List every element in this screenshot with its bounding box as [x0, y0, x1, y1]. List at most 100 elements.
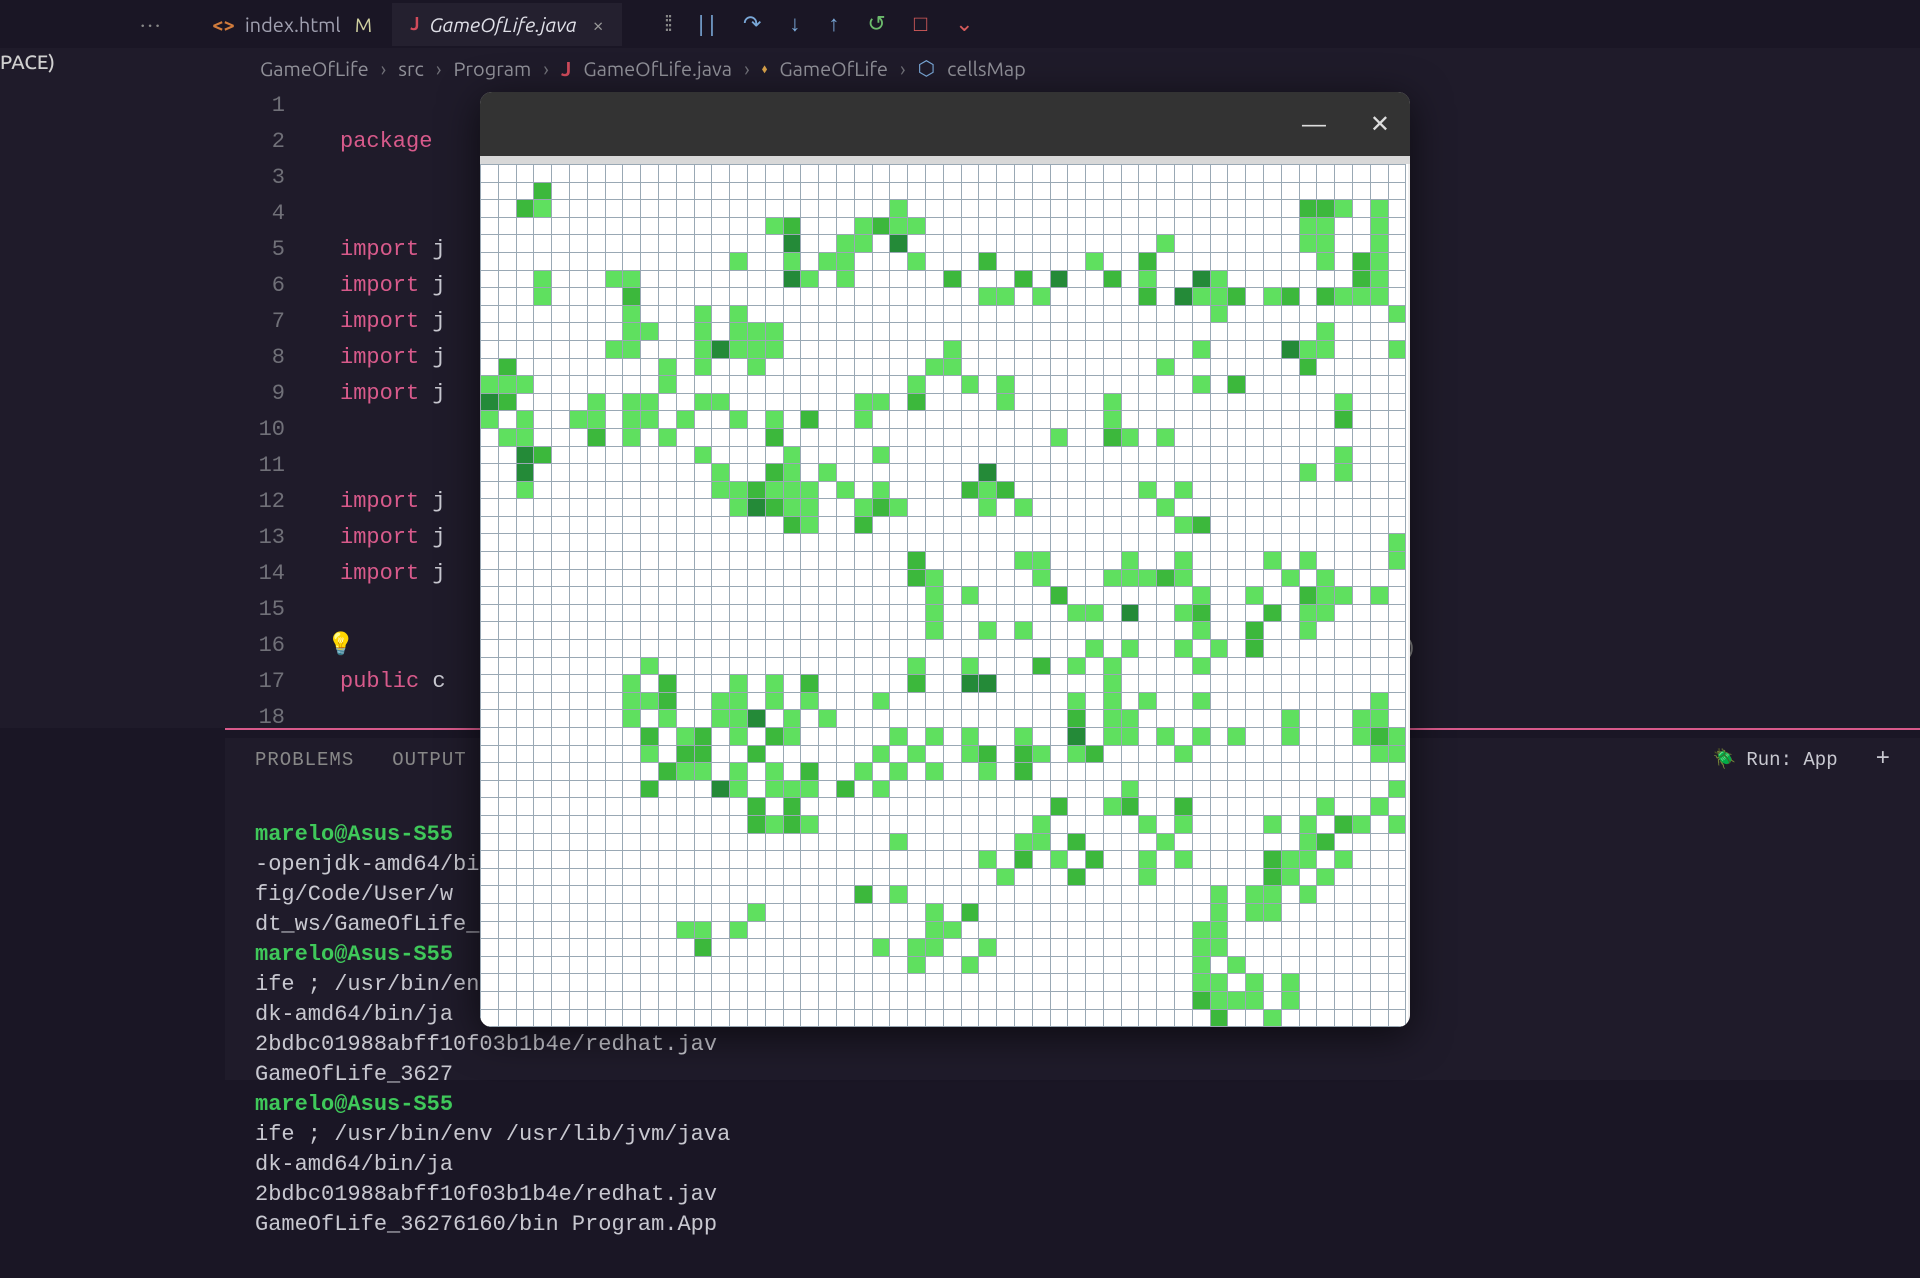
cell[interactable]: [943, 252, 961, 270]
cell[interactable]: [516, 217, 534, 235]
cell[interactable]: [765, 939, 783, 957]
cell[interactable]: [605, 569, 623, 587]
cell[interactable]: [1370, 288, 1388, 306]
cell[interactable]: [481, 182, 499, 200]
cell[interactable]: [819, 499, 837, 517]
cell[interactable]: [1175, 288, 1193, 306]
cell[interactable]: [854, 358, 872, 376]
cell[interactable]: [1353, 921, 1371, 939]
cell[interactable]: [1299, 552, 1317, 570]
cell[interactable]: [943, 692, 961, 710]
cell[interactable]: [890, 886, 908, 904]
cell[interactable]: [872, 428, 890, 446]
cell[interactable]: [658, 851, 676, 869]
cell[interactable]: [819, 833, 837, 851]
cell[interactable]: [765, 763, 783, 781]
cell[interactable]: [1388, 516, 1406, 534]
cell[interactable]: [1228, 569, 1246, 587]
cell[interactable]: [623, 851, 641, 869]
cell[interactable]: [801, 587, 819, 605]
cell[interactable]: [747, 622, 765, 640]
cell[interactable]: [1246, 868, 1264, 886]
cell[interactable]: [1086, 464, 1104, 482]
cell[interactable]: [658, 604, 676, 622]
cell[interactable]: [605, 200, 623, 218]
cell[interactable]: [1103, 376, 1121, 394]
cell[interactable]: [1388, 376, 1406, 394]
cell[interactable]: [819, 516, 837, 534]
cell[interactable]: [925, 217, 943, 235]
cell[interactable]: [1050, 270, 1068, 288]
cell[interactable]: [943, 640, 961, 658]
cell[interactable]: [1370, 411, 1388, 429]
cell[interactable]: [498, 886, 516, 904]
cell[interactable]: [605, 728, 623, 746]
cell[interactable]: [1157, 745, 1175, 763]
cell[interactable]: [623, 552, 641, 570]
cell[interactable]: [1050, 200, 1068, 218]
cell[interactable]: [765, 305, 783, 323]
cell[interactable]: [961, 939, 979, 957]
cell[interactable]: [1157, 393, 1175, 411]
cell[interactable]: [1068, 604, 1086, 622]
cell[interactable]: [1299, 534, 1317, 552]
cell[interactable]: [801, 1009, 819, 1027]
cell[interactable]: [1228, 956, 1246, 974]
cell[interactable]: [623, 481, 641, 499]
cell[interactable]: [1032, 270, 1050, 288]
cell[interactable]: [623, 358, 641, 376]
cell[interactable]: [1264, 903, 1282, 921]
cell[interactable]: [1210, 235, 1228, 253]
cell[interactable]: [1103, 446, 1121, 464]
cell[interactable]: [872, 552, 890, 570]
cell[interactable]: [1050, 815, 1068, 833]
cell[interactable]: [747, 587, 765, 605]
cell[interactable]: [534, 587, 552, 605]
cell[interactable]: [712, 868, 730, 886]
cell[interactable]: [1086, 200, 1104, 218]
cell[interactable]: [1335, 288, 1353, 306]
cell[interactable]: [1192, 974, 1210, 992]
cell[interactable]: [925, 675, 943, 693]
cell[interactable]: [854, 411, 872, 429]
cell[interactable]: [569, 288, 587, 306]
cell[interactable]: [1032, 340, 1050, 358]
cell[interactable]: [1139, 323, 1157, 341]
cell[interactable]: [1353, 340, 1371, 358]
cell[interactable]: [1192, 763, 1210, 781]
cell[interactable]: [1388, 780, 1406, 798]
cell[interactable]: [1228, 217, 1246, 235]
cell[interactable]: [1068, 411, 1086, 429]
cell[interactable]: [890, 534, 908, 552]
cell[interactable]: [1121, 235, 1139, 253]
cell[interactable]: [1068, 780, 1086, 798]
cell[interactable]: [1299, 464, 1317, 482]
cell[interactable]: [552, 728, 570, 746]
cell[interactable]: [569, 1009, 587, 1027]
cell[interactable]: [1050, 534, 1068, 552]
cell[interactable]: [872, 833, 890, 851]
cell[interactable]: [747, 692, 765, 710]
cell[interactable]: [552, 217, 570, 235]
cell[interactable]: [498, 903, 516, 921]
cell[interactable]: [890, 921, 908, 939]
cell[interactable]: [658, 393, 676, 411]
cell[interactable]: [1388, 604, 1406, 622]
cell[interactable]: [516, 886, 534, 904]
cell[interactable]: [1086, 692, 1104, 710]
cell[interactable]: [605, 622, 623, 640]
cell[interactable]: [1175, 569, 1193, 587]
cell[interactable]: [961, 182, 979, 200]
cell[interactable]: [569, 411, 587, 429]
cell[interactable]: [730, 604, 748, 622]
cell[interactable]: [908, 464, 926, 482]
cell[interactable]: [925, 956, 943, 974]
cell[interactable]: [801, 499, 819, 517]
drag-handle-icon[interactable]: ⁞⁞: [664, 11, 670, 37]
cell[interactable]: [1086, 481, 1104, 499]
cell[interactable]: [836, 552, 854, 570]
cell[interactable]: [854, 728, 872, 746]
cell[interactable]: [961, 604, 979, 622]
cell[interactable]: [1103, 903, 1121, 921]
cell[interactable]: [676, 358, 694, 376]
